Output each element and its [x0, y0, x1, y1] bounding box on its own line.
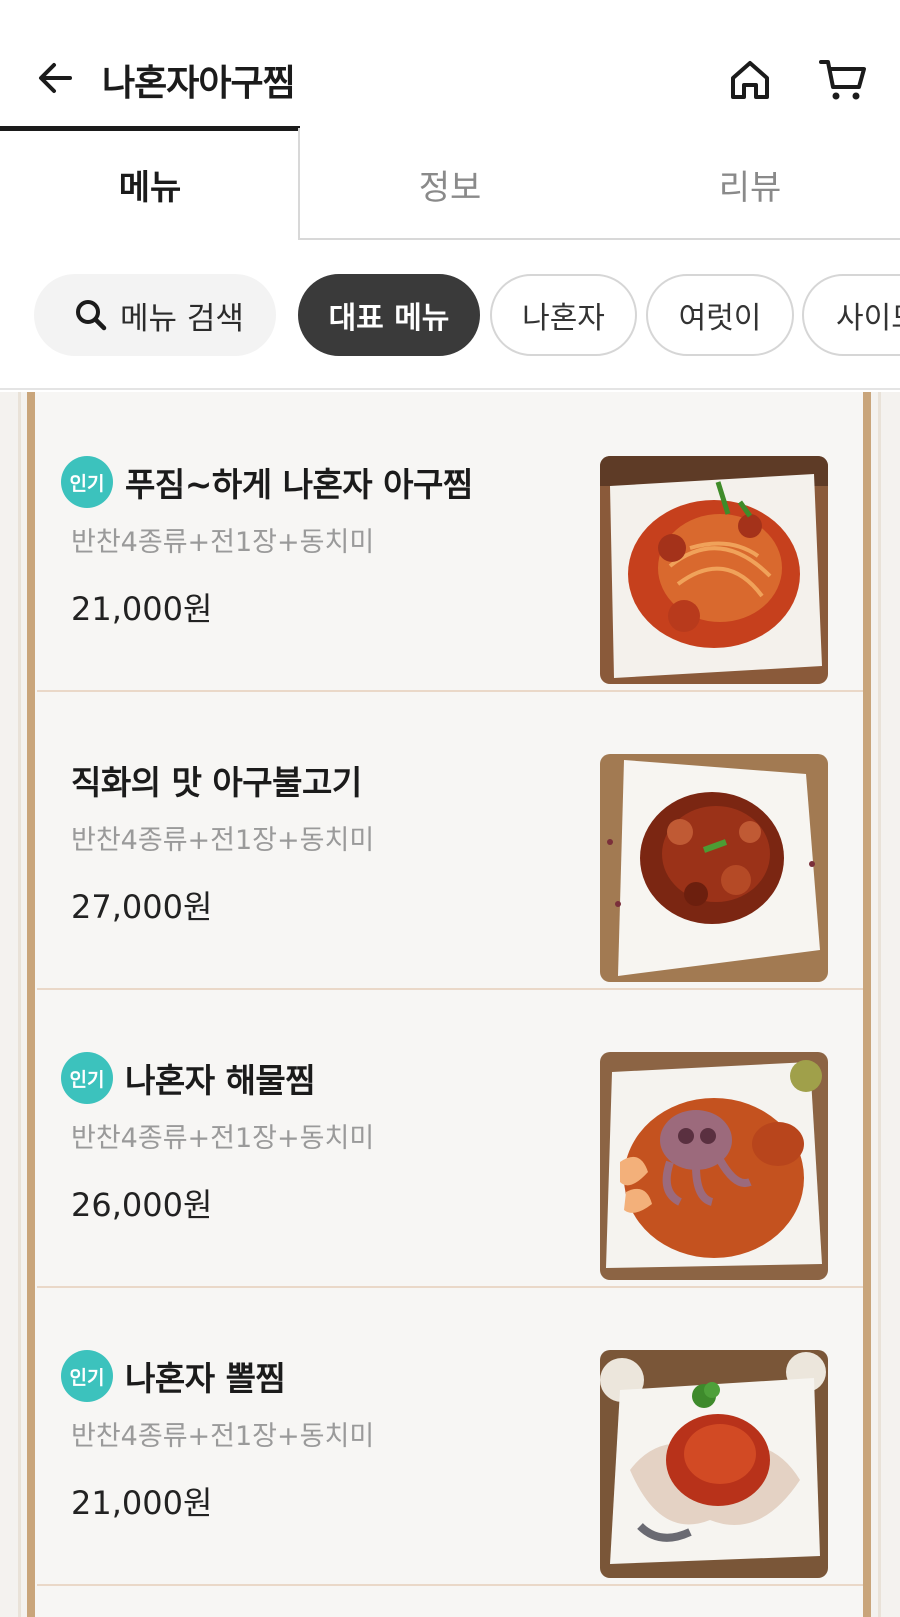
menu-item-photo [600, 456, 828, 684]
tab-menu[interactable]: 메뉴 [0, 128, 300, 240]
tab-info[interactable]: 정보 [300, 128, 600, 240]
popular-badge: 인기 [61, 456, 113, 508]
menu-item-price: 27,000원 [71, 888, 213, 926]
tab-reviews[interactable]: 리뷰 [600, 128, 900, 240]
menu-item-name: 나혼자 뽈찜 [125, 1359, 286, 1398]
wood-rail-left [27, 392, 35, 1617]
menu-item-price: 21,000원 [71, 1484, 213, 1522]
active-tab-indicator [0, 126, 300, 131]
menu-item-name: 직화의 맛 아구불고기 [71, 763, 362, 802]
store-title: 나혼자아구찜 [102, 63, 296, 104]
menu-item-description: 반찬4종류+전1장+동치미 [71, 1123, 375, 1154]
top-app-bar: 나혼자아구찜 [0, 0, 900, 128]
home-icon [731, 61, 769, 99]
menu-item-description: 반찬4종류+전1장+동치미 [71, 1421, 375, 1452]
menu-item-price: 21,000원 [71, 590, 213, 628]
menu-item-price: 26,000원 [71, 1186, 213, 1224]
menu-item-description: 반찬4종류+전1장+동치미 [71, 825, 375, 856]
store-tabs: 메뉴 정보 리뷰 [0, 128, 900, 240]
menu-search-label: 메뉴 검색 [120, 300, 244, 337]
item-separator [37, 1584, 863, 1586]
tab-divider [298, 128, 300, 240]
back-button[interactable] [34, 56, 78, 100]
menu-item[interactable]: 인기 나혼자 뽈찜 반찬4종류+전1장+동치미 21,000원 [37, 1288, 863, 1586]
menu-item-name: 나혼자 해물찜 [125, 1061, 316, 1100]
menu-item-description: 반찬4종류+전1장+동치미 [71, 527, 375, 558]
search-icon [76, 300, 107, 331]
cart-button[interactable] [818, 56, 868, 104]
menu-item-photo [600, 1052, 828, 1280]
arrow-left-icon [39, 63, 72, 93]
menu-search-button[interactable]: 메뉴 검색 [34, 274, 276, 356]
menu-item-photo [600, 1350, 828, 1578]
popular-badge: 인기 [61, 1052, 113, 1104]
menu-filter-bar: 메뉴 검색 대표 메뉴 나혼자 여럿이 사이드 [0, 240, 900, 390]
menu-item[interactable]: 인기 나혼자 해물찜 반찬4종류+전1장+동치미 26,000원 [37, 990, 863, 1288]
frame-edge-left [18, 392, 21, 1617]
menu-item[interactable]: 인기 푸짐~하게 나혼자 아구찜 반찬4종류+전1장+동치미 21,000원 [37, 394, 863, 692]
frame-edge-right [878, 392, 881, 1617]
popular-badge: 인기 [61, 1350, 113, 1402]
menu-item[interactable]: 직화의 맛 아구불고기 반찬4종류+전1장+동치미 27,000원 [37, 692, 863, 990]
wood-rail-right [863, 392, 871, 1617]
menu-list: 인기 푸짐~하게 나혼자 아구찜 반찬4종류+전1장+동치미 21,000원 직… [0, 392, 900, 1617]
menu-item-name: 푸짐~하게 나혼자 아구찜 [125, 465, 473, 504]
cart-icon [819, 60, 866, 100]
home-button[interactable] [726, 56, 774, 104]
filter-chip-side[interactable]: 사이드 [802, 274, 900, 356]
filter-chip-group[interactable]: 여럿이 [646, 274, 794, 356]
filter-chip-solo[interactable]: 나혼자 [490, 274, 637, 356]
menu-item-photo [600, 754, 828, 982]
filter-chip-signature[interactable]: 대표 메뉴 [298, 274, 480, 356]
